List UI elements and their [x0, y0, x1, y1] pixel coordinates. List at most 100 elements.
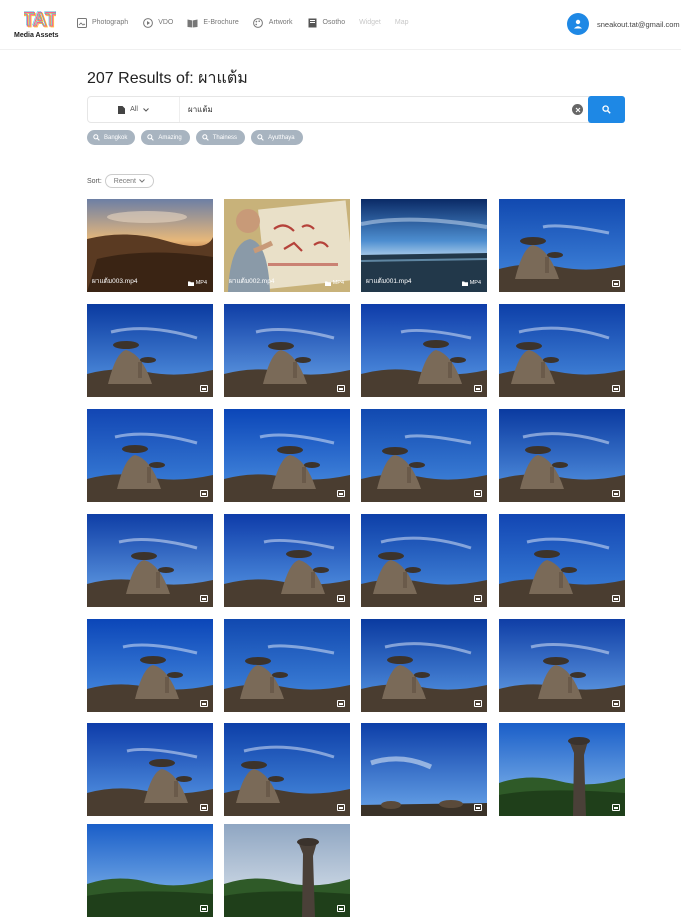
tile-caption: ผาแต้ม002.mp4	[229, 278, 275, 285]
thumbnail-image	[499, 619, 625, 712]
photo-tile[interactable]	[499, 304, 625, 397]
file-type-label: MP4	[332, 280, 344, 286]
photo-tile[interactable]	[499, 619, 625, 712]
photo-tile[interactable]	[361, 514, 487, 607]
chip-ayutthaya[interactable]: Ayutthaya	[251, 130, 303, 145]
thumbnail-image	[224, 723, 350, 816]
tat-logo[interactable]: TAT TAT TAT Media Assets	[14, 8, 66, 42]
nav-vdo[interactable]: VDO	[142, 17, 173, 28]
folder-icon	[461, 281, 468, 286]
image-icon	[337, 385, 345, 392]
nav-map[interactable]: Map	[395, 17, 409, 28]
user-menu[interactable]: sneakout.tat@gmail.com	[567, 13, 680, 35]
chip-amazing[interactable]: Amazing	[141, 130, 190, 145]
photo-tile[interactable]	[87, 514, 213, 607]
video-tile[interactable]: ผาแต้ม003.mp4 MP4	[87, 199, 213, 292]
file-type-label: MP4	[469, 280, 481, 286]
tile-caption: ผาแต้ม003.mp4	[92, 278, 138, 285]
search-bar: All	[87, 96, 625, 123]
avatar[interactable]	[567, 13, 589, 35]
photo-tile[interactable]	[224, 824, 350, 917]
thumbnail-image	[499, 304, 625, 397]
nav-e-brochure[interactable]: E-Brochure	[187, 17, 239, 28]
photo-tile[interactable]	[224, 409, 350, 502]
nav-artwork[interactable]: Artwork	[253, 17, 293, 28]
photo-tile[interactable]	[87, 304, 213, 397]
chip-thainess[interactable]: Thainess	[195, 130, 246, 145]
nav-osotho[interactable]: Osotho	[307, 17, 346, 28]
chip-bangkok[interactable]: Bangkok	[87, 130, 136, 145]
sort-dropdown[interactable]: Recent	[104, 174, 154, 188]
photo-tile[interactable]	[499, 514, 625, 607]
image-icon	[612, 280, 620, 287]
photo-tile[interactable]	[499, 409, 625, 502]
image-icon	[200, 595, 208, 602]
thumbnail-image	[87, 409, 213, 502]
tile-caption: ผาแต้ม001.mp4	[366, 278, 412, 285]
image-icon	[200, 385, 208, 392]
nav-vdo-label: VDO	[158, 19, 174, 26]
file-type-badge: MP4	[461, 280, 481, 286]
photo-tile[interactable]	[87, 723, 213, 816]
thumbnail-image	[224, 824, 350, 917]
nav-photograph-label: Photograph	[92, 19, 129, 26]
search-input[interactable]	[188, 97, 558, 122]
image-icon	[200, 700, 208, 707]
sort-value: Recent	[113, 177, 136, 185]
nav-e-brochure-label: E-Brochure	[203, 19, 239, 26]
video-tile[interactable]: ผาแต้ม002.mp4 MP4	[224, 199, 350, 292]
top-navbar: TAT TAT TAT Media Assets Photograph VDO …	[0, 0, 681, 50]
file-icon	[118, 105, 126, 114]
sort-control: Sort: Recent	[87, 174, 154, 188]
clear-search-button[interactable]	[572, 104, 583, 115]
photo-tile[interactable]	[499, 199, 625, 292]
thumbnail-image	[499, 199, 625, 292]
photo-tile[interactable]	[224, 619, 350, 712]
thumbnail-image	[361, 723, 487, 816]
photo-tile[interactable]	[87, 619, 213, 712]
folder-icon	[324, 281, 331, 286]
image-icon	[612, 385, 620, 392]
image-icon	[612, 595, 620, 602]
photo-tile[interactable]	[224, 514, 350, 607]
photo-tile[interactable]	[224, 304, 350, 397]
image-icon	[337, 804, 345, 811]
photo-tile[interactable]	[361, 409, 487, 502]
thumbnail-image	[499, 514, 625, 607]
file-type-badge: MP4	[187, 280, 207, 286]
image-icon	[612, 490, 620, 497]
search-button[interactable]	[588, 96, 625, 123]
search-icon	[93, 134, 100, 141]
image-icon	[474, 490, 482, 497]
thumbnail-image	[224, 619, 350, 712]
thumbnail-image	[499, 723, 625, 816]
nav-widget-label: Widget	[359, 19, 381, 26]
palette-icon	[253, 17, 264, 28]
photo-tile[interactable]	[499, 723, 625, 816]
image-icon	[76, 17, 87, 28]
nav-artwork-label: Artwork	[268, 19, 293, 26]
search-icon	[602, 105, 611, 114]
photo-tile[interactable]	[224, 723, 350, 816]
book-icon	[187, 17, 198, 28]
filter-dropdown[interactable]: All	[88, 97, 180, 122]
nav-widget[interactable]: Widget	[359, 17, 381, 28]
chevron-down-icon	[139, 179, 145, 183]
video-tile[interactable]: ผาแต้ม001.mp4 MP4	[361, 199, 487, 292]
thumbnail-image	[361, 514, 487, 607]
photo-tile[interactable]	[361, 723, 487, 816]
image-icon	[200, 804, 208, 811]
image-icon	[612, 804, 620, 811]
image-icon	[474, 700, 482, 707]
photo-tile[interactable]	[87, 409, 213, 502]
svg-text:TAT: TAT	[24, 9, 56, 30]
image-icon	[474, 595, 482, 602]
photo-tile[interactable]	[87, 824, 213, 917]
nav-osotho-label: Osotho	[322, 19, 346, 26]
thumbnail-image	[87, 619, 213, 712]
file-type-label: MP4	[195, 280, 207, 286]
nav-photograph[interactable]: Photograph	[76, 17, 128, 28]
photo-tile[interactable]	[361, 304, 487, 397]
chip-label: Thainess	[212, 134, 238, 141]
photo-tile[interactable]	[361, 619, 487, 712]
